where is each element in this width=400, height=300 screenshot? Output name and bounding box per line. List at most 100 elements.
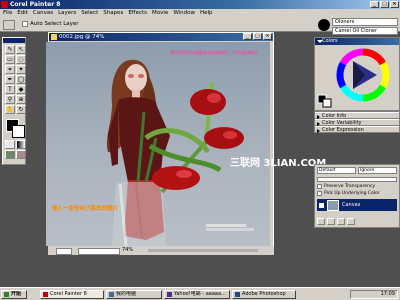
taskbar-item-painter[interactable]: Corel Painter 8 <box>40 290 104 299</box>
auto-select-checkbox[interactable] <box>22 21 28 27</box>
layer-commands-icon[interactable] <box>317 218 325 225</box>
brush-tool-icon[interactable]: ✎ <box>5 45 15 54</box>
additional-color-chip[interactable] <box>322 98 332 108</box>
toolbox: ✎ ↖ ▭ ◌ ⌗ ✦ ✒ ◯ T ◆ ⚲ ⊕ ✋ ↻ <box>2 37 26 165</box>
minimize-button[interactable]: _ <box>370 1 379 8</box>
layers-panel: Default Ignore Preserve Transparency Pic… <box>314 164 400 228</box>
composite-depth-select[interactable]: Ignore <box>358 167 397 174</box>
additional-color-swatch[interactable] <box>12 125 25 138</box>
shape-icon[interactable]: ◯ <box>16 75 26 84</box>
color-variability-bar[interactable]: Color Variability <box>315 119 399 126</box>
brush-icon[interactable] <box>318 19 330 31</box>
menu-canvas[interactable]: Canvas <box>33 9 53 18</box>
computer-icon <box>109 292 114 297</box>
dropper-icon[interactable]: ⚲ <box>5 95 15 104</box>
doc-close-button[interactable]: × <box>263 33 272 40</box>
color-expression-bar[interactable]: Color Expression <box>315 126 399 133</box>
menu-select[interactable]: Select <box>81 9 98 18</box>
menu-movie[interactable]: Movie <box>152 9 168 18</box>
browser-icon <box>167 292 172 297</box>
taskbar-item-label: Corel Painter 8 <box>50 291 87 297</box>
menu-effects[interactable]: Effects <box>128 9 147 18</box>
brush-selector[interactable]: Oloners Camel Oil Cloner <box>332 18 398 35</box>
pick-up-color-checkbox[interactable] <box>317 191 322 196</box>
start-label: 开始 <box>11 291 22 297</box>
taskbar-item-yahoo[interactable]: Yahoo!电邮 - aaaaa... <box>164 290 230 299</box>
rectangle-select-icon[interactable]: ▭ <box>5 55 15 64</box>
magnifier-icon[interactable]: ⊕ <box>16 95 26 104</box>
start-button[interactable]: 开始 <box>1 290 27 299</box>
taskbar: 开始 Corel Painter 8 我的电脑 Yahoo!电邮 - aaaaa… <box>0 287 400 300</box>
canvas-image[interactable]: 照片效果作为克隆源(直接被着色，不受油彩属性) 输入一张你自己喜欢的图片 <box>46 42 270 246</box>
text-icon[interactable]: T <box>5 85 15 94</box>
tracing-paper-toggle[interactable] <box>56 248 72 255</box>
zoom-level[interactable]: 74% <box>122 246 133 255</box>
layer-name: Canvas <box>342 202 361 208</box>
menu-edit[interactable]: Edit <box>17 9 28 18</box>
gradient-selector-icon[interactable] <box>16 140 26 149</box>
maximize-button[interactable]: □ <box>380 1 389 8</box>
position-field <box>78 248 120 255</box>
horizontal-scrollbar[interactable] <box>148 249 258 252</box>
document-icon <box>51 34 57 40</box>
menu-help[interactable]: Help <box>200 9 213 18</box>
taskbar-item-label: 我的电脑 <box>116 291 137 297</box>
color-info-bar[interactable]: Color Info <box>315 112 399 119</box>
opacity-slider[interactable] <box>317 177 397 182</box>
colors-panel-title: Colors <box>322 38 338 44</box>
color-wheel[interactable] <box>315 45 399 109</box>
preserve-transparency-checkbox[interactable] <box>317 184 322 189</box>
photo-illustration <box>106 59 244 246</box>
document-title: 0002.jpg @ 74% <box>59 34 105 40</box>
color-expression-label: Color Expression <box>322 127 364 133</box>
taskbar-item-photoshop[interactable]: Adobe Photoshop <box>232 290 296 299</box>
doc-minimize-button[interactable]: _ <box>243 33 252 40</box>
pick-up-color-label: Pick Up Underlying Color <box>324 191 380 196</box>
crop-icon[interactable]: ⌗ <box>5 65 15 74</box>
preserve-transparency-label: Preserve Transparency <box>324 184 375 189</box>
system-tray: 17:09 <box>350 290 398 299</box>
title-bar: Corel Painter 8 _ □ × <box>0 0 400 9</box>
color-panels-group: Color Info Color Variability Color Expre… <box>314 111 400 133</box>
taskbar-item-my-computer[interactable]: 我的电脑 <box>106 290 162 299</box>
pen-icon[interactable]: ✒ <box>5 75 15 84</box>
magic-wand-icon[interactable]: ✦ <box>16 65 26 74</box>
close-button[interactable]: × <box>390 1 399 8</box>
menu-window[interactable]: Window <box>173 9 195 18</box>
colors-panel: Colors <box>314 37 400 111</box>
rotate-page-icon[interactable]: ↻ <box>16 105 26 114</box>
colors-panel-header[interactable]: Colors <box>315 38 399 45</box>
painter-icon <box>43 292 48 297</box>
paper-selector-icon[interactable] <box>5 140 15 149</box>
clock: 17:09 <box>380 291 395 297</box>
menu-shapes[interactable]: Shapes <box>103 9 123 18</box>
menu-file[interactable]: File <box>3 9 12 18</box>
eye-icon[interactable] <box>319 202 324 208</box>
dynamic-plugins-icon[interactable] <box>327 218 335 225</box>
layer-thumbnail <box>327 199 339 211</box>
doc-maximize-button[interactable]: □ <box>253 33 262 40</box>
menu-bar: File Edit Canvas Layers Select Shapes Ef… <box>0 9 400 18</box>
pattern-selector-icon[interactable] <box>5 150 15 159</box>
taskbar-item-label: Yahoo!电邮 - aaaaa... <box>174 291 226 297</box>
window-title: Corel Painter 8 <box>10 1 61 8</box>
taskbar-item-label: Adobe Photoshop <box>242 291 286 297</box>
menu-layers[interactable]: Layers <box>58 9 76 18</box>
lasso-icon[interactable]: ◌ <box>16 55 26 64</box>
document-title-bar: 0002.jpg @ 74% <box>49 33 273 41</box>
delete-layer-icon[interactable] <box>347 218 355 225</box>
layer-adjuster-icon[interactable] <box>3 20 15 30</box>
paint-bucket-icon[interactable]: ◆ <box>16 85 26 94</box>
auto-select-label: Auto Select Layer <box>30 21 79 27</box>
nozzle-selector-icon[interactable] <box>16 150 26 159</box>
photo-footnote <box>206 224 264 231</box>
new-layer-icon[interactable] <box>337 218 345 225</box>
brush-variant: Camel Oil Cloner <box>332 27 398 35</box>
photo-caption: 照片效果作为克隆源(直接被着色，不受油彩属性) <box>170 50 258 55</box>
grabber-icon[interactable]: ✋ <box>5 105 15 114</box>
layer-row-canvas[interactable]: Canvas <box>317 199 397 211</box>
app-icon <box>1 1 8 8</box>
composite-method-select[interactable]: Default <box>317 167 356 174</box>
photoshop-icon <box>235 292 240 297</box>
layer-adjuster-tool-icon[interactable]: ↖ <box>16 45 26 54</box>
